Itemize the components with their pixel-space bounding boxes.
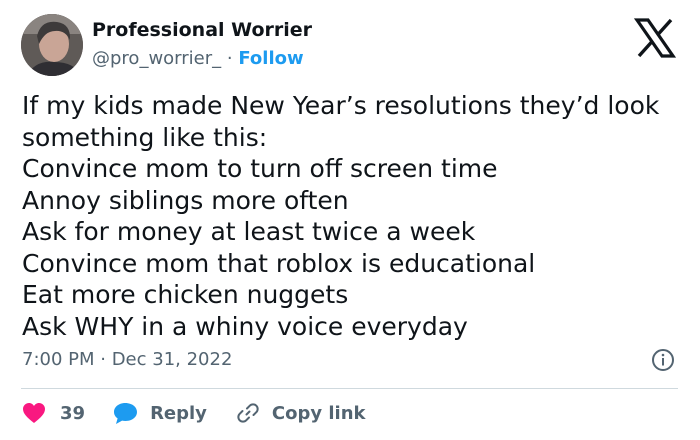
copy-link-button[interactable]: Copy link [236,401,366,425]
author-meta: @pro_worrier_ · Follow [92,48,304,69]
tweet-line: Convince mom to turn off screen time [22,154,498,183]
tweet-timestamp[interactable]: 7:00 PM · Dec 31, 2022 [22,349,232,370]
meta-separator: · [226,48,233,69]
avatar-image [21,14,83,76]
tweet-line: Annoy siblings more often [22,185,349,215]
follow-button[interactable]: Follow [238,48,303,69]
like-button[interactable]: 39 [22,402,85,424]
author-handle[interactable]: @pro_worrier_ [92,48,221,69]
tweet-text: If my kids made New Year’s resolutions t… [22,90,687,342]
tweet-line: If my kids made New Year’s resolutions t… [22,91,660,120]
tweet-line: Ask for money at least twice a week [22,217,476,246]
action-bar: 39 Reply Copy link [22,399,366,427]
reply-button[interactable]: Reply [113,402,207,425]
heart-icon [23,403,45,423]
x-logo-icon[interactable] [634,18,676,58]
copy-link-label: Copy link [271,402,366,424]
divider [21,388,678,389]
avatar[interactable] [21,14,83,76]
info-icon[interactable] [651,348,675,372]
tweet-line: Eat more chicken nuggets [22,280,349,309]
reply-label: Reply [150,402,207,424]
tweet-line: something like this: [22,122,268,152]
like-count: 39 [60,402,86,424]
tweet-line: Ask WHY in a whiny voice everyday [22,311,468,341]
tweet-line: Convince mom that roblox is educational [22,248,536,278]
link-icon [237,403,259,423]
author-name[interactable]: Professional Worrier [92,19,312,41]
speech-bubble-icon [114,402,138,424]
